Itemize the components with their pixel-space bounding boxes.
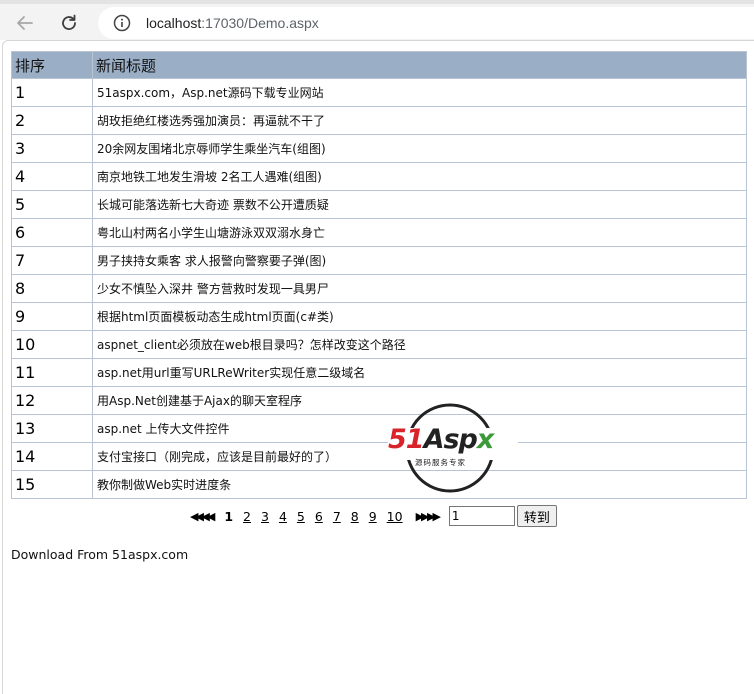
- news-table: 排序 新闻标题 1 51aspx.com，Asp.net源码下载专业网站 2 胡玫拒绝…: [11, 51, 747, 499]
- table-row: 1 51aspx.com，Asp.net源码下载专业网站: [11, 78, 747, 107]
- page-content: 排序 新闻标题 1 51aspx.com，Asp.net源码下载专业网站 2 胡玫拒绝…: [2, 40, 754, 694]
- page-number-input[interactable]: [448, 506, 515, 526]
- page-link-10[interactable]: 10: [387, 509, 403, 524]
- table-row: 5 长城可能落选新七大奇迹 票数不公开遭质疑: [11, 190, 747, 219]
- title-cell: 20余网友围堵北京辱师学生乘坐汽车(组图): [92, 134, 747, 163]
- title-cell: 胡玫拒绝红楼选秀强加演员：再逼就不干了: [92, 106, 747, 135]
- go-button[interactable]: 转到: [516, 505, 557, 527]
- rank-cell: 12: [11, 386, 93, 415]
- title-cell: 长城可能落选新七大奇迹 票数不公开遭质疑: [92, 190, 747, 219]
- page-link-3[interactable]: 3: [261, 509, 269, 524]
- info-icon[interactable]: [113, 14, 131, 32]
- rank-cell: 4: [11, 162, 93, 191]
- page-link-2[interactable]: 2: [243, 509, 251, 524]
- address-bar[interactable]: localhost:17030/Demo.aspx: [98, 7, 754, 39]
- table-row: 6 粤北山村两名小学生山塘游泳双双溺水身亡: [11, 218, 747, 247]
- rank-cell: 11: [11, 358, 93, 387]
- rank-cell: 7: [11, 246, 93, 275]
- title-cell: 男子挟持女乘客 求人报警向警察要子弹(图): [92, 246, 747, 275]
- pager: ◀◀ ◀◀ 123456789 10 ▶▶ ▶▶ 转到: [190, 505, 557, 527]
- rank-cell: 5: [11, 190, 93, 219]
- table-row: 2 胡玫拒绝红楼选秀强加演员：再逼就不干了: [11, 106, 747, 135]
- table-row: 3 20余网友围堵北京辱师学生乘坐汽车(组图): [11, 134, 747, 163]
- next-last-icon[interactable]: ▶▶ ▶▶: [416, 510, 441, 523]
- title-cell: 51aspx.com，Asp.net源码下载专业网站: [92, 78, 747, 107]
- title-cell: asp.net用url重写URLReWriter实现任意二级域名: [92, 358, 747, 387]
- page-links: 1 2 3 4 5 6 7 8 9 10: [219, 509, 407, 524]
- title-cell: 少女不慎坠入深井 警方营救时发现一具男尸: [92, 274, 747, 303]
- url-path: :17030/Demo.aspx: [201, 15, 319, 31]
- rank-cell: 3: [11, 134, 93, 163]
- table-row: 15 教你制做Web实时进度条: [11, 470, 747, 499]
- table-row: 12 用Asp.Net创建基于Ajax的聊天室程序: [11, 386, 747, 415]
- page-link-8[interactable]: 8: [351, 509, 359, 524]
- page-link-1[interactable]: 1: [224, 509, 233, 524]
- rank-cell: 6: [11, 218, 93, 247]
- table-row: 7 男子挟持女乘客 求人报警向警察要子弹(图): [11, 246, 747, 275]
- url-host: localhost: [146, 15, 202, 31]
- rank-cell: 13: [11, 414, 93, 443]
- page-link-9[interactable]: 9: [369, 509, 377, 524]
- title-cell: 粤北山村两名小学生山塘游泳双双溺水身亡: [92, 218, 747, 247]
- logo-subtext: 源码服务专家: [415, 458, 466, 467]
- page-link-6[interactable]: 6: [315, 509, 323, 524]
- rank-cell: 14: [11, 442, 93, 471]
- table-row: 11 asp.net用url重写URLReWriter实现任意二级域名: [11, 358, 747, 387]
- rank-cell: 2: [11, 106, 93, 135]
- back-button[interactable]: [13, 11, 37, 35]
- watermark-logo: 51Aspx 源码服务专家: [388, 402, 518, 494]
- rank-cell: 10: [11, 330, 93, 359]
- reload-button[interactable]: [57, 11, 81, 35]
- footer-text: Download From 51aspx.com: [11, 547, 189, 562]
- table-header-row: 排序 新闻标题: [11, 51, 747, 79]
- page-link-7[interactable]: 7: [333, 509, 341, 524]
- table-row: 9 根据html页面模板动态生成html页面(c#类): [11, 302, 747, 331]
- page-link-5[interactable]: 5: [297, 509, 305, 524]
- rank-cell: 8: [11, 274, 93, 303]
- table-row: 10 aspnet_client必须放在web根目录吗？怎样改变这个路径: [11, 330, 747, 359]
- title-cell: 根据html页面模板动态生成html页面(c#类): [92, 302, 747, 331]
- title-cell: 南京地铁工地发生滑坡 2名工人遇难(组图): [92, 162, 747, 191]
- rank-cell: 15: [11, 470, 93, 499]
- reload-icon: [62, 14, 76, 30]
- table-row: 4 南京地铁工地发生滑坡 2名工人遇难(组图): [11, 162, 747, 191]
- rank-cell: 1: [11, 78, 93, 107]
- rank-cell: 9: [11, 302, 93, 331]
- logo-text: 51Aspx: [388, 424, 494, 455]
- tab-strip-edge: [0, 0, 754, 4]
- page-link-4[interactable]: 4: [279, 509, 287, 524]
- table-row: 14 支付宝接口（刚完成，应该是目前最好的了）: [11, 442, 747, 471]
- browser-toolbar: localhost:17030/Demo.aspx: [0, 0, 754, 40]
- header-rank: 排序: [11, 51, 93, 79]
- table-row: 13 asp.net 上传大文件控件: [11, 414, 747, 443]
- table-row: 8 少女不慎坠入深井 警方营救时发现一具男尸: [11, 274, 747, 303]
- header-title: 新闻标题: [92, 51, 747, 79]
- first-prev-icon[interactable]: ◀◀ ◀◀: [190, 510, 215, 523]
- url-text[interactable]: localhost:17030/Demo.aspx: [146, 15, 319, 31]
- title-cell: aspnet_client必须放在web根目录吗？怎样改变这个路径: [92, 330, 747, 359]
- back-arrow-icon: [17, 16, 33, 30]
